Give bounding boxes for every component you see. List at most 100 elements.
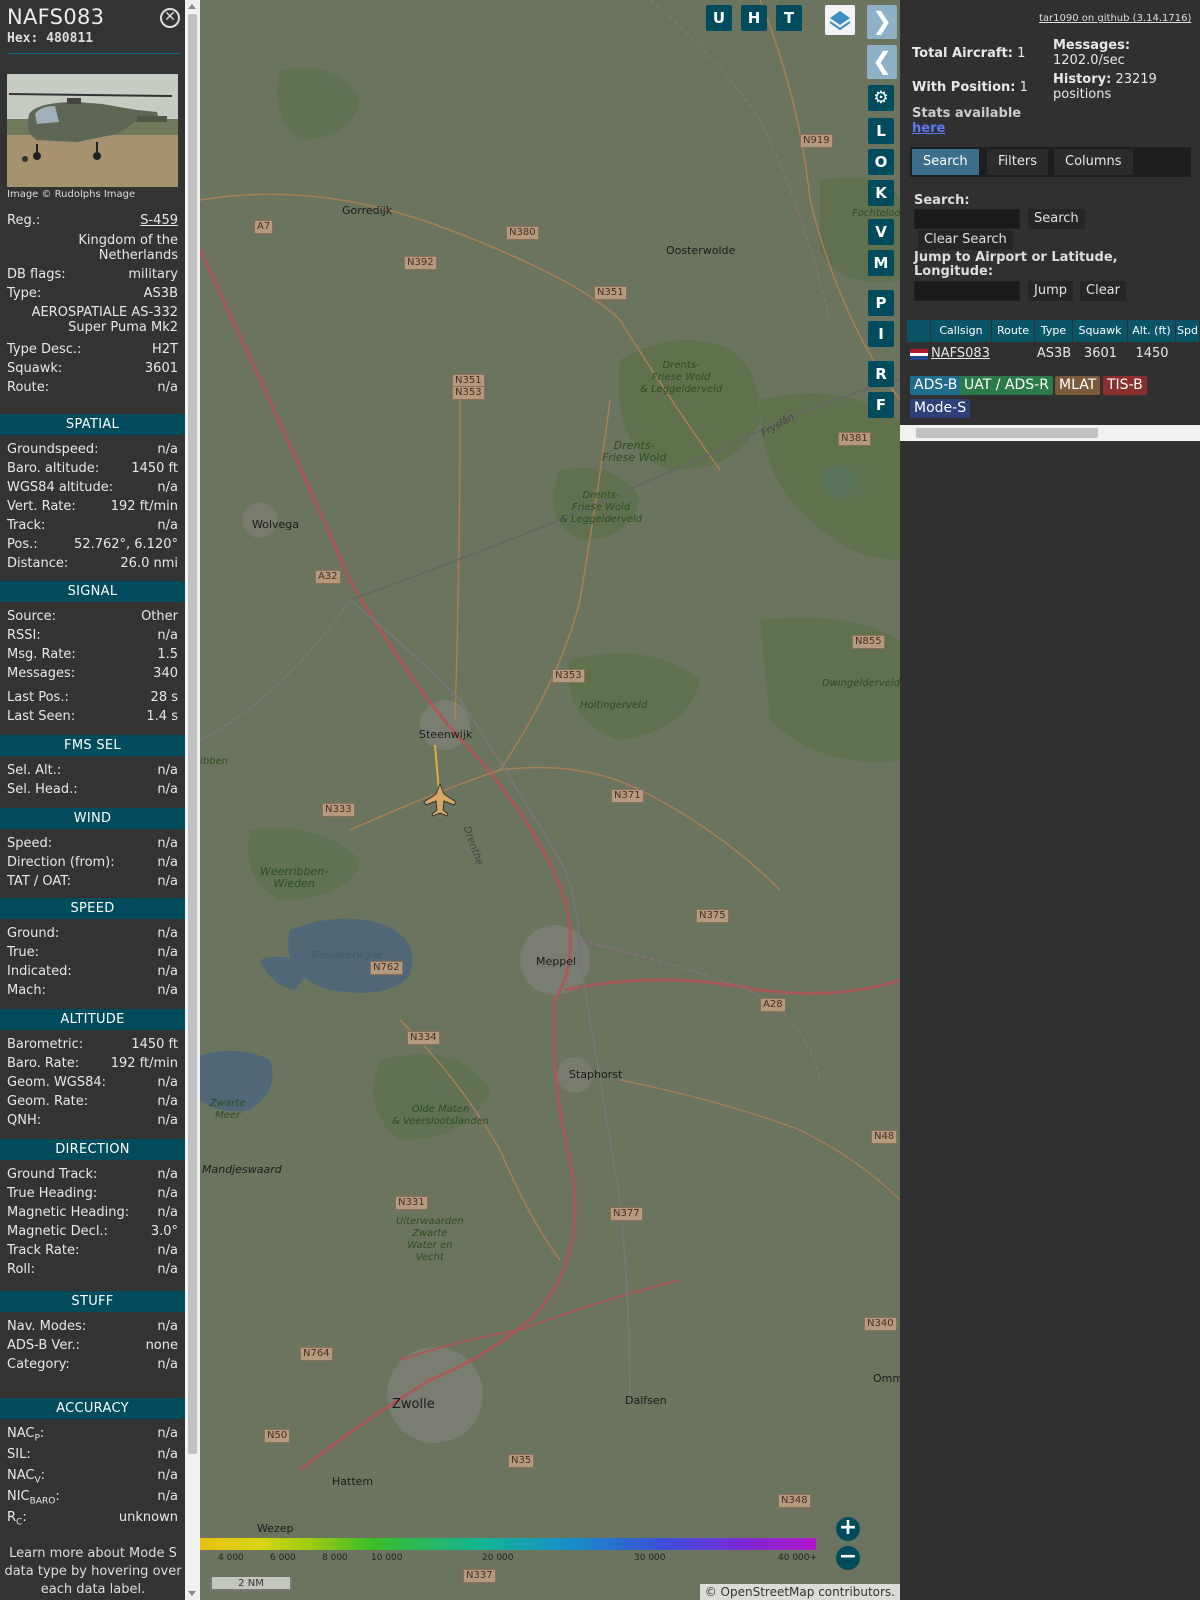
collapse-sidebar-button[interactable]: ❮ bbox=[867, 45, 897, 79]
map-button-h[interactable]: H bbox=[741, 5, 767, 31]
map-button-u[interactable]: U bbox=[706, 5, 732, 31]
map-button-k[interactable]: K bbox=[868, 180, 894, 206]
info-label[interactable]: Last Pos.: bbox=[7, 690, 69, 708]
map-button-v[interactable]: V bbox=[868, 219, 894, 245]
road-tag: N340 bbox=[864, 1317, 897, 1331]
tab-search[interactable]: Search bbox=[912, 149, 979, 175]
map-button-o[interactable]: O bbox=[868, 149, 894, 175]
info-label[interactable]: Messages: bbox=[7, 666, 75, 684]
reg-link[interactable]: S-459 bbox=[140, 213, 178, 231]
info-label[interactable]: Sel. Head.: bbox=[7, 782, 78, 800]
column-header-route[interactable]: Route bbox=[992, 320, 1035, 342]
zoom-in-button[interactable]: + bbox=[836, 1517, 860, 1541]
info-label[interactable]: Vert. Rate: bbox=[7, 499, 76, 517]
stats-link[interactable]: here bbox=[912, 121, 945, 136]
area-label: Uiterwaarden Zwarte Water en Vecht bbox=[396, 1216, 464, 1263]
column-header-flag[interactable] bbox=[907, 320, 931, 342]
scroll-down-arrow-icon[interactable] bbox=[188, 1591, 196, 1596]
github-link[interactable]: tar1090 on github (3.14.1716) bbox=[1039, 13, 1191, 24]
zoom-out-button[interactable]: − bbox=[836, 1546, 860, 1570]
info-label[interactable]: Indicated: bbox=[7, 964, 72, 982]
info-label[interactable]: Last Seen: bbox=[7, 709, 75, 727]
info-row: Distance: 26.0 nmi bbox=[7, 556, 178, 574]
map-canvas[interactable]: Gorredijk Oosterwolde Wolvega Steenwijk … bbox=[200, 0, 900, 1600]
map-button-i[interactable]: I bbox=[868, 321, 894, 347]
map-button-f[interactable]: F bbox=[868, 392, 894, 418]
info-label[interactable]: Roll: bbox=[7, 1262, 35, 1280]
scrollbar-thumb[interactable] bbox=[188, 14, 197, 1454]
osm-link[interactable]: OpenStreetMap bbox=[721, 1585, 815, 1599]
column-header-speed[interactable]: Spd bbox=[1176, 320, 1200, 342]
column-header-type[interactable]: Type bbox=[1035, 320, 1073, 342]
info-label[interactable]: True Heading: bbox=[7, 1186, 97, 1204]
info-label[interactable]: Pos.: bbox=[7, 537, 38, 555]
info-label[interactable]: Sel. Alt.: bbox=[7, 763, 61, 781]
scale-bar: 2 NM bbox=[210, 1577, 292, 1591]
info-label[interactable]: Magnetic Decl.: bbox=[7, 1224, 108, 1242]
map-button-t[interactable]: T bbox=[776, 5, 802, 31]
info-label[interactable]: Geom. WGS84: bbox=[7, 1075, 106, 1093]
close-info-button[interactable]: ✕ bbox=[160, 8, 180, 28]
altitude-color-legend: 4 000 6 000 8 000 10 000 20 000 30 000 4… bbox=[200, 1538, 820, 1568]
info-label[interactable]: NAC bbox=[7, 1468, 34, 1483]
info-label[interactable]: Speed: bbox=[7, 836, 52, 854]
column-header-squawk[interactable]: Squawk bbox=[1073, 320, 1128, 342]
info-label[interactable]: TAT / OAT: bbox=[7, 874, 71, 892]
info-label[interactable]: Groundspeed: bbox=[7, 442, 98, 460]
map-button-r[interactable]: R bbox=[868, 361, 894, 387]
column-header-callsign[interactable]: Callsign bbox=[931, 320, 992, 342]
road-tag: N764 bbox=[300, 1347, 333, 1361]
jump-button[interactable]: Jump bbox=[1028, 281, 1073, 301]
info-label[interactable]: Baro. altitude: bbox=[7, 461, 99, 479]
expand-sidebar-button[interactable]: ❯ bbox=[867, 5, 897, 39]
map-button-m[interactable]: M bbox=[868, 250, 894, 276]
scrollbar-thumb[interactable] bbox=[916, 428, 1098, 438]
map-button-l[interactable]: L bbox=[868, 118, 894, 144]
info-value: n/a bbox=[157, 836, 178, 851]
info-label[interactable]: Ground Track: bbox=[7, 1167, 97, 1185]
info-label[interactable]: Mach: bbox=[7, 983, 46, 1001]
info-label[interactable]: Direction (from): bbox=[7, 855, 115, 873]
info-panel-scrollbar[interactable] bbox=[185, 0, 200, 1600]
info-label[interactable]: Category: bbox=[7, 1357, 70, 1375]
info-label[interactable]: RSSI: bbox=[7, 628, 41, 646]
map-button-p[interactable]: P bbox=[868, 290, 894, 316]
table-horizontal-scrollbar[interactable] bbox=[900, 425, 1200, 441]
column-header-altitude[interactable]: Alt. (ft) bbox=[1128, 320, 1176, 342]
info-label[interactable]: ADS-B Ver.: bbox=[7, 1338, 80, 1356]
info-label[interactable]: True: bbox=[7, 945, 39, 963]
info-label[interactable]: Nav. Modes: bbox=[7, 1319, 86, 1337]
section-header-altitude: ALTITUDE bbox=[0, 1009, 185, 1030]
table-row[interactable]: NAFS083 AS3B 3601 1450 bbox=[907, 344, 1200, 364]
info-row: Roll: n/a bbox=[7, 1262, 178, 1280]
layers-button[interactable] bbox=[825, 5, 855, 35]
info-label[interactable]: Baro. Rate: bbox=[7, 1056, 79, 1074]
clear-button[interactable]: Clear bbox=[1080, 281, 1126, 301]
info-label[interactable]: Ground: bbox=[7, 926, 59, 944]
info-label[interactable]: Track: bbox=[7, 518, 45, 536]
info-label[interactable]: Track Rate: bbox=[7, 1243, 79, 1261]
hex-line: Hex: 480811 bbox=[7, 31, 93, 46]
info-label[interactable]: R bbox=[7, 1510, 16, 1525]
jump-input[interactable] bbox=[914, 281, 1020, 301]
info-label[interactable]: NIC bbox=[7, 1489, 30, 1504]
info-label[interactable]: Magnetic Heading: bbox=[7, 1205, 129, 1223]
info-label[interactable]: NAC bbox=[7, 1426, 34, 1441]
info-label[interactable]: Distance: bbox=[7, 556, 68, 574]
info-label[interactable]: Geom. Rate: bbox=[7, 1094, 88, 1112]
info-label[interactable]: Barometric: bbox=[7, 1037, 83, 1055]
aircraft-photo[interactable] bbox=[7, 74, 178, 187]
info-label[interactable]: Msg. Rate: bbox=[7, 647, 76, 665]
search-input[interactable] bbox=[914, 209, 1020, 229]
settings-button[interactable]: ⚙ bbox=[868, 85, 894, 111]
cell-callsign[interactable]: NAFS083 bbox=[931, 344, 992, 364]
clear-search-button[interactable]: Clear Search bbox=[918, 230, 1013, 250]
info-label[interactable]: WGS84 altitude: bbox=[7, 480, 113, 498]
tab-columns[interactable]: Columns bbox=[1054, 149, 1133, 175]
info-label[interactable]: Source: bbox=[7, 609, 56, 627]
info-label[interactable]: QNH: bbox=[7, 1113, 41, 1131]
scroll-up-arrow-icon[interactable] bbox=[188, 4, 196, 9]
search-button[interactable]: Search bbox=[1028, 209, 1085, 229]
info-label[interactable]: SIL: bbox=[7, 1447, 31, 1465]
tab-filters[interactable]: Filters bbox=[987, 149, 1048, 175]
